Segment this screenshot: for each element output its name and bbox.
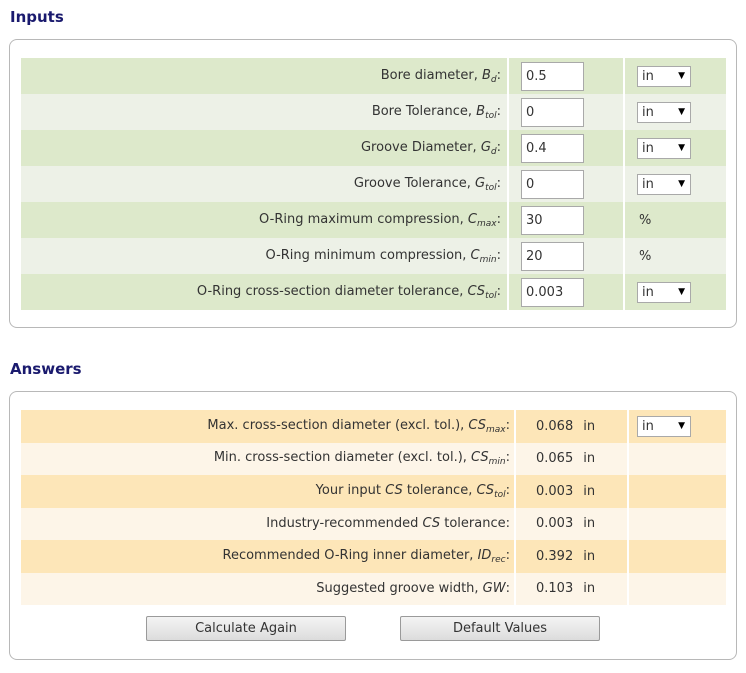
answer-label: Min. cross-section diameter (excl. tol.)… <box>21 442 516 475</box>
groove-tolerance-input[interactable] <box>521 169 584 199</box>
bore-tolerance-unit-select[interactable]: in ▼ <box>637 101 691 123</box>
answer-row-industry-cs-tol: Industry-recommended CS tolerance: 0.003… <box>21 507 726 540</box>
chevron-down-icon: ▼ <box>678 142 685 153</box>
cs-tolerance-unit-select[interactable]: in ▼ <box>637 281 691 303</box>
chevron-down-icon: ▼ <box>678 106 685 117</box>
calculate-again-button[interactable]: Calculate Again <box>146 616 346 641</box>
answer-value: 0.003 in <box>515 475 629 508</box>
input-label: O-Ring maximum compression, Cmax: <box>21 202 509 238</box>
groove-diameter-unit-select[interactable]: in ▼ <box>637 137 691 159</box>
input-label: Groove Diameter, Gd: <box>21 130 509 166</box>
inputs-table: Bore diameter, Bd: in▼ Bore Tolerance, B… <box>21 58 726 310</box>
chevron-down-icon: ▼ <box>678 420 685 431</box>
input-label: Groove Tolerance, Gtol: <box>21 166 509 202</box>
answers-unit-select[interactable]: in ▼ <box>637 415 691 437</box>
answer-label: Suggested groove width, GW: <box>21 572 516 605</box>
input-row-groove-tolerance: Groove Tolerance, Gtol: in▼ <box>21 166 726 202</box>
input-label: Bore diameter, Bd: <box>21 58 509 94</box>
input-row-min-compression: O-Ring minimum compression, Cmin: % <box>21 238 726 274</box>
percent-unit: % <box>639 248 652 264</box>
input-label: O-Ring cross-section diameter tolerance,… <box>21 274 509 310</box>
answer-value: 0.003 in <box>515 507 629 540</box>
min-compression-input[interactable] <box>521 241 584 271</box>
bore-tolerance-input[interactable] <box>521 97 584 127</box>
answer-value: 0.068 in <box>515 410 629 443</box>
answer-value: 0.392 in <box>515 540 629 573</box>
chevron-down-icon: ▼ <box>678 70 685 81</box>
bore-diameter-unit-select[interactable]: in ▼ <box>637 65 691 87</box>
answer-label: Max. cross-section diameter (excl. tol.)… <box>21 410 516 443</box>
groove-tolerance-unit-select[interactable]: in ▼ <box>637 173 691 195</box>
answer-value: 0.103 in <box>515 572 629 605</box>
max-compression-input[interactable] <box>521 205 584 235</box>
inputs-panel: Bore diameter, Bd: in▼ Bore Tolerance, B… <box>9 39 737 328</box>
answer-row-id-rec: Recommended O-Ring inner diameter, IDrec… <box>21 540 726 573</box>
answer-label: Industry-recommended CS tolerance: <box>21 507 516 540</box>
input-row-bore-tolerance: Bore Tolerance, Btol: in▼ <box>21 94 726 130</box>
answer-row-groove-width: Suggested groove width, GW: 0.103 in <box>21 572 726 605</box>
answers-panel: Max. cross-section diameter (excl. tol.)… <box>9 391 737 660</box>
chevron-down-icon: ▼ <box>678 286 685 297</box>
inputs-section-title: Inputs <box>10 8 64 26</box>
percent-unit: % <box>639 212 652 228</box>
input-label: Bore Tolerance, Btol: <box>21 94 509 130</box>
chevron-down-icon: ▼ <box>678 178 685 189</box>
answer-label: Your input CS tolerance, CStol: <box>21 475 516 508</box>
answer-row-cs-tol: Your input CS tolerance, CStol: 0.003 in <box>21 475 726 508</box>
cs-tolerance-input[interactable] <box>521 277 584 307</box>
answer-label: Recommended O-Ring inner diameter, IDrec… <box>21 540 516 573</box>
answers-section-title: Answers <box>10 360 82 378</box>
answer-row-cs-min: Min. cross-section diameter (excl. tol.)… <box>21 442 726 475</box>
input-row-max-compression: O-Ring maximum compression, Cmax: % <box>21 202 726 238</box>
answer-value: 0.065 in <box>515 442 629 475</box>
answers-table: Max. cross-section diameter (excl. tol.)… <box>21 410 726 605</box>
bore-diameter-input[interactable] <box>521 61 584 91</box>
groove-diameter-input[interactable] <box>521 133 584 163</box>
answer-row-cs-max: Max. cross-section diameter (excl. tol.)… <box>21 410 726 443</box>
input-row-bore-diameter: Bore diameter, Bd: in▼ <box>21 58 726 94</box>
default-values-button[interactable]: Default Values <box>400 616 600 641</box>
input-row-groove-diameter: Groove Diameter, Gd: in▼ <box>21 130 726 166</box>
input-label: O-Ring minimum compression, Cmin: <box>21 238 509 274</box>
input-row-cs-tolerance: O-Ring cross-section diameter tolerance,… <box>21 274 726 310</box>
